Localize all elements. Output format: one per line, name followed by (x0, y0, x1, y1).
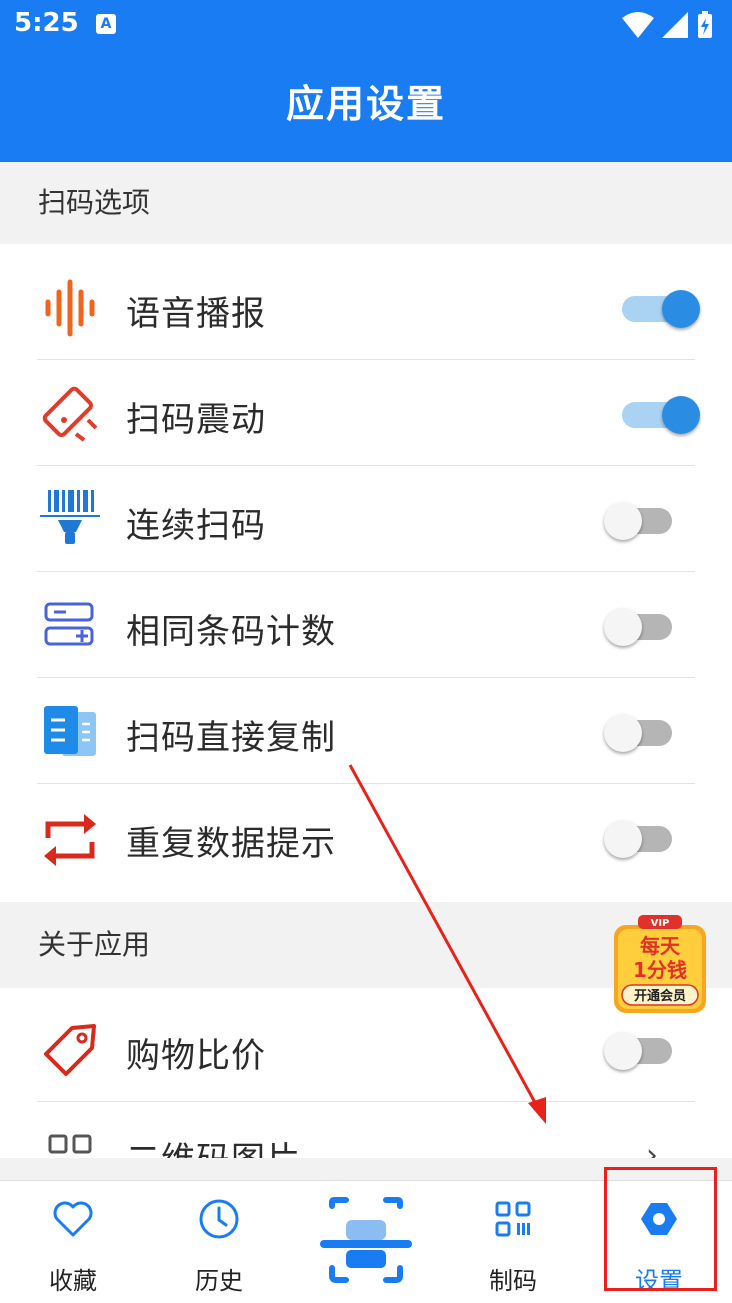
toggle-knob (604, 714, 642, 752)
status-bar: 5:25 A (0, 0, 732, 50)
vip-tag: VIP (651, 918, 670, 929)
voice-broadcast-icon (40, 278, 100, 338)
toggle-knob (604, 502, 642, 540)
count-plus-minus-icon (40, 596, 100, 656)
nav-history[interactable]: 历史 (146, 1181, 292, 1303)
toggle-knob (662, 396, 700, 434)
toggle-knob (662, 290, 700, 328)
qr-code-icon (491, 1197, 535, 1241)
setting-row-vibrate[interactable]: 扫码震动 (0, 360, 732, 466)
app-header: 应用设置 (0, 50, 732, 162)
toggle-knob (604, 1032, 642, 1070)
setting-label: 扫码震动 (126, 400, 266, 440)
continuous-scan-icon (40, 488, 100, 548)
vip-cta: 开通会员 (634, 988, 686, 1004)
vibrate-toggle[interactable] (618, 392, 700, 434)
setting-label: 相同条码计数 (126, 612, 336, 652)
nav-label: 历史 (195, 1267, 243, 1295)
vibrate-phone-icon (40, 384, 100, 444)
page-title: 应用设置 (285, 82, 446, 126)
voice-toggle[interactable] (618, 286, 700, 328)
toggle-knob (604, 608, 642, 646)
setting-label: 扫码直接复制 (126, 718, 336, 758)
heart-icon (51, 1197, 95, 1241)
chevron-right-icon: › (646, 1138, 658, 1158)
price-compare-toggle[interactable] (604, 1028, 674, 1070)
clock-icon (197, 1197, 241, 1241)
section-title: 关于应用 (38, 928, 151, 961)
setting-label: 语音播报 (126, 294, 266, 334)
battery-icon (698, 11, 712, 38)
setting-row-voice[interactable]: 语音播报 (0, 254, 732, 360)
repeat-toggle[interactable] (604, 816, 674, 858)
continuous-toggle[interactable] (604, 498, 674, 540)
status-time: 5:25 (14, 8, 79, 38)
red-highlight-box (604, 1167, 717, 1291)
vip-line1: 每天 (640, 934, 681, 958)
status-icons (620, 10, 720, 40)
setting-row-qr-image[interactable]: 二维码图片 › (0, 1102, 732, 1158)
signal-icon (662, 12, 688, 38)
setting-label: 二维码图片 (126, 1132, 301, 1158)
setting-label: 重复数据提示 (126, 824, 336, 864)
repeat-arrows-icon (40, 810, 100, 870)
nav-create-code[interactable]: 制码 (440, 1181, 586, 1303)
setting-row-copy[interactable]: 扫码直接复制 (0, 678, 732, 784)
section-title: 扫码选项 (38, 186, 151, 219)
scan-button[interactable] (316, 1196, 416, 1286)
vip-line2: 1分钱 (633, 958, 687, 982)
setting-row-continuous[interactable]: 连续扫码 (0, 466, 732, 572)
vip-promo-badge[interactable]: VIP 每天 1分钱 开通会员 (610, 915, 710, 1015)
count-toggle[interactable] (604, 604, 674, 646)
nav-label: 收藏 (49, 1267, 97, 1295)
nav-favorites[interactable]: 收藏 (0, 1181, 146, 1303)
wifi-icon (622, 12, 654, 38)
setting-row-count[interactable]: 相同条码计数 (0, 572, 732, 678)
setting-row-repeat[interactable]: 重复数据提示 (0, 784, 732, 890)
a-letter-icon: A (96, 14, 116, 34)
copy-document-icon (40, 702, 100, 762)
toggle-knob (604, 820, 642, 858)
price-tag-icon (40, 1020, 100, 1080)
setting-label: 连续扫码 (126, 506, 266, 546)
nav-label: 制码 (489, 1267, 537, 1295)
section-header-scan-options: 扫码选项 (0, 162, 732, 244)
qr-image-icon (40, 1132, 100, 1158)
setting-label: 购物比价 (126, 1036, 266, 1076)
copy-toggle[interactable] (604, 710, 674, 752)
